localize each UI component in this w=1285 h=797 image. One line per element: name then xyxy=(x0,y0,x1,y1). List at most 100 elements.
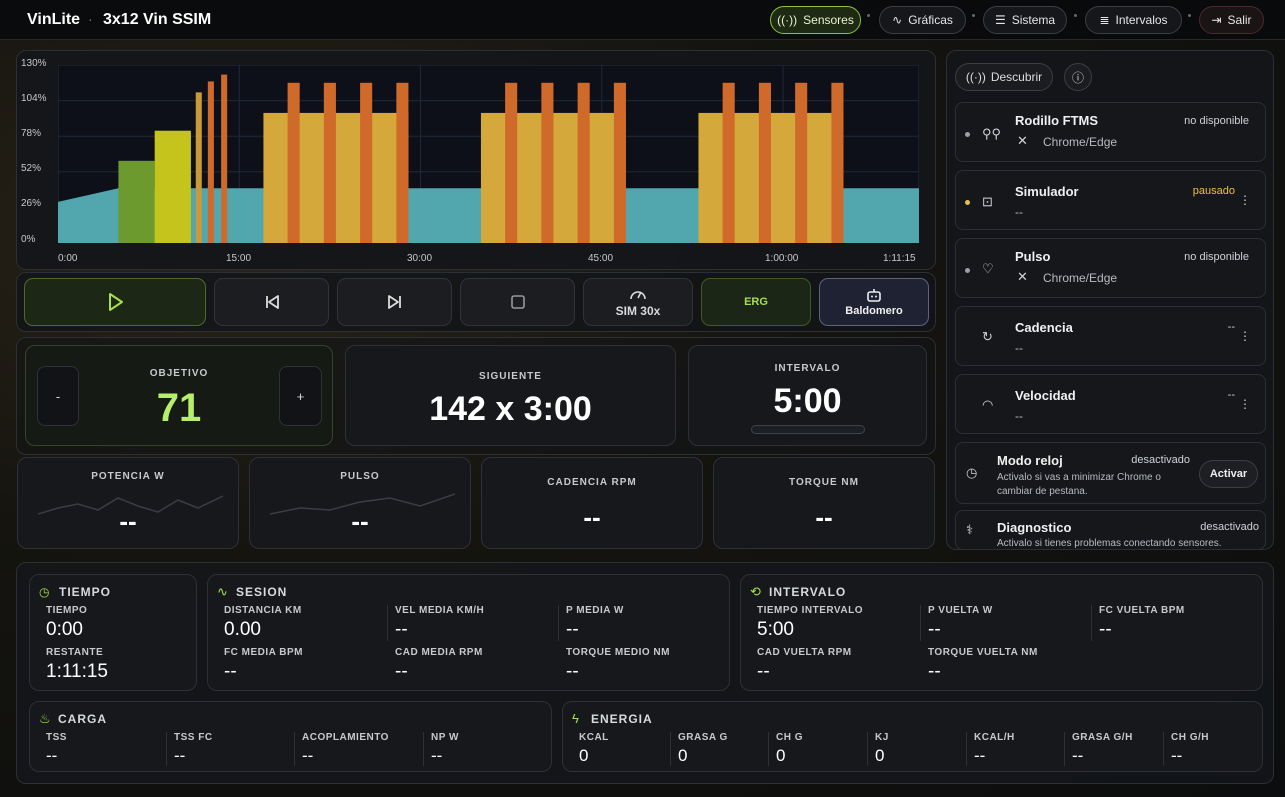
sensor-trainer[interactable]: ⚲⚲ Rodillo FTMS ✕ Chrome/Edge no disponi… xyxy=(955,102,1266,162)
discover-button[interactable]: ((·)) Descubrir xyxy=(955,63,1053,91)
stat-label: GRASA G/H xyxy=(1072,732,1133,743)
stat-value: -- xyxy=(1171,746,1183,765)
broadcast-icon: ((·)) xyxy=(777,13,798,27)
diagnostic-row: ⚕ Diagnostico desactivado Activalo si ti… xyxy=(955,510,1266,550)
sensor-heart-rate[interactable]: ♡ Pulso ✕ Chrome/Edge no disponible xyxy=(955,238,1266,298)
chart-y-tick-label: 0% xyxy=(21,234,36,245)
sensor-cadence[interactable]: ↻ Cadencia -- -- ⋮ xyxy=(955,306,1266,366)
stat-label: NP W xyxy=(431,732,459,743)
power-metric-card: POTENCIA W -- xyxy=(17,457,239,549)
sensor-status: -- xyxy=(1227,389,1235,401)
power-label: POTENCIA W xyxy=(91,471,165,482)
profile-button[interactable]: Baldomero xyxy=(819,278,929,326)
stat-label: ACOPLAMIENTO xyxy=(302,732,389,743)
erg-mode-label: ERG xyxy=(744,296,768,308)
clock-mode-status: desactivado xyxy=(1131,454,1190,466)
sensor-name: Velocidad xyxy=(1015,388,1076,403)
stat-label: RESTANTE xyxy=(46,647,104,658)
next-interval-button[interactable] xyxy=(337,278,452,326)
target-increase-button[interactable]: + xyxy=(279,366,322,426)
chart-x-tick-label: 15:00 xyxy=(226,253,252,264)
list-icon: ≣ xyxy=(1099,13,1110,27)
stat-label: P VUELTA W xyxy=(928,605,993,616)
robot-icon: ⊡ xyxy=(982,194,993,209)
chart-bar xyxy=(323,82,336,243)
diagnostic-status: desactivado xyxy=(1200,521,1259,533)
sim-speed-button[interactable]: SIM 30x xyxy=(583,278,693,326)
skip-back-icon xyxy=(265,295,279,309)
pulse-metric-card: PULSO -- xyxy=(249,457,471,549)
workout-title: 3x12 Vin SSIM xyxy=(103,11,212,28)
app-brand: VinLite xyxy=(27,11,81,28)
profile-label: Baldomero xyxy=(845,304,903,317)
stat-value: -- xyxy=(566,619,579,640)
chart-y-tick-label: 52% xyxy=(21,163,42,174)
nav-intervalos-button[interactable]: ≣ Intervalos xyxy=(1085,6,1182,34)
nav-sensores-button[interactable]: ((·)) Sensores xyxy=(770,6,861,34)
stat-label: KCAL/H xyxy=(974,732,1015,743)
sensor-status: no disponible xyxy=(1184,115,1249,127)
nav-sistema-button[interactable]: ☰ Sistema xyxy=(983,6,1067,34)
stat-divider xyxy=(1091,605,1092,641)
stats-session-title: SESION xyxy=(236,585,288,599)
erg-mode-button[interactable]: ERG xyxy=(701,278,811,326)
lightning-icon: ϟ xyxy=(572,711,579,726)
stat-divider xyxy=(867,732,868,766)
stats-load-card: ♨ CARGA TSS -- TSS FC -- ACOPLAMIENTO -- NP W -… xyxy=(29,701,552,772)
stat-divider xyxy=(1163,732,1164,766)
stat-label: TORQUE MEDIO NM xyxy=(566,647,670,658)
bluetooth-off-icon: ✕ xyxy=(1017,269,1028,284)
stat-value: -- xyxy=(757,661,770,682)
sensor-status: -- xyxy=(1227,321,1235,333)
chart-bar xyxy=(287,82,300,243)
sensor-sub: Chrome/Edge xyxy=(1043,135,1118,149)
nav-salir-button[interactable]: ⇥ Salir xyxy=(1199,6,1264,34)
pulse-line-icon: ∿ xyxy=(217,584,228,599)
nav-intervalos-label: Intervalos xyxy=(1115,13,1168,27)
info-button[interactable]: ⓘ xyxy=(1064,63,1092,91)
status-dot xyxy=(965,132,970,137)
stop-icon xyxy=(510,295,525,309)
previous-interval-button[interactable] xyxy=(214,278,329,326)
interval-progress-bar xyxy=(751,425,865,434)
stat-value: 1:11:15 xyxy=(46,661,108,682)
info-icon: ⓘ xyxy=(1071,70,1084,85)
sensor-speed[interactable]: ◠ Velocidad -- -- ⋮ xyxy=(955,374,1266,434)
clock-mode-desc: Activalo si vas a minimizar Chrome o cam… xyxy=(997,472,1161,497)
chart-bar xyxy=(195,92,202,243)
stat-value: -- xyxy=(46,746,58,765)
sensor-sub: -- xyxy=(1015,409,1023,423)
nav-graficas-button[interactable]: ∿ Gráficas xyxy=(879,6,966,34)
more-vertical-icon[interactable]: ⋮ xyxy=(1239,193,1251,207)
clock-mode-activate-button[interactable]: Activar xyxy=(1199,460,1258,488)
stat-value: -- xyxy=(1099,619,1112,640)
play-button[interactable] xyxy=(24,278,206,326)
stat-value: -- xyxy=(224,661,237,682)
stat-value: 0:00 xyxy=(46,619,83,640)
stat-divider xyxy=(294,732,295,766)
gauge-icon: ◠ xyxy=(982,397,994,412)
chart-bar xyxy=(831,82,844,243)
more-vertical-icon[interactable]: ⋮ xyxy=(1239,397,1251,411)
more-vertical-icon[interactable]: ⋮ xyxy=(1239,329,1251,343)
nav-separator xyxy=(972,14,975,17)
stop-button[interactable] xyxy=(460,278,575,326)
nav-separator xyxy=(867,14,870,17)
clock-mode-name: Modo reloj xyxy=(997,453,1063,468)
chart-x-tick-label: 45:00 xyxy=(588,253,614,264)
sensor-simulator[interactable]: ⊡ Simulador -- pausado ⋮ xyxy=(955,170,1266,230)
pulse-line-icon: ∿ xyxy=(892,13,903,27)
heart-pulse-icon: ♡ xyxy=(982,261,994,276)
refresh-icon: ↻ xyxy=(982,329,993,344)
chart-y-tick-label: 78% xyxy=(21,128,42,139)
target-decrease-button[interactable]: - xyxy=(37,366,79,426)
nav-separator xyxy=(1074,14,1077,17)
stat-label: TIEMPO INTERVALO xyxy=(757,605,863,616)
stat-label: KCAL xyxy=(579,732,609,743)
workout-chart xyxy=(58,65,919,243)
stat-label: CH G xyxy=(776,732,803,743)
torque-metric-card: TORQUE NM -- xyxy=(713,457,935,549)
stat-value: 0.00 xyxy=(224,619,261,640)
pulse-value: -- xyxy=(351,506,369,536)
chart-bar xyxy=(758,82,771,243)
